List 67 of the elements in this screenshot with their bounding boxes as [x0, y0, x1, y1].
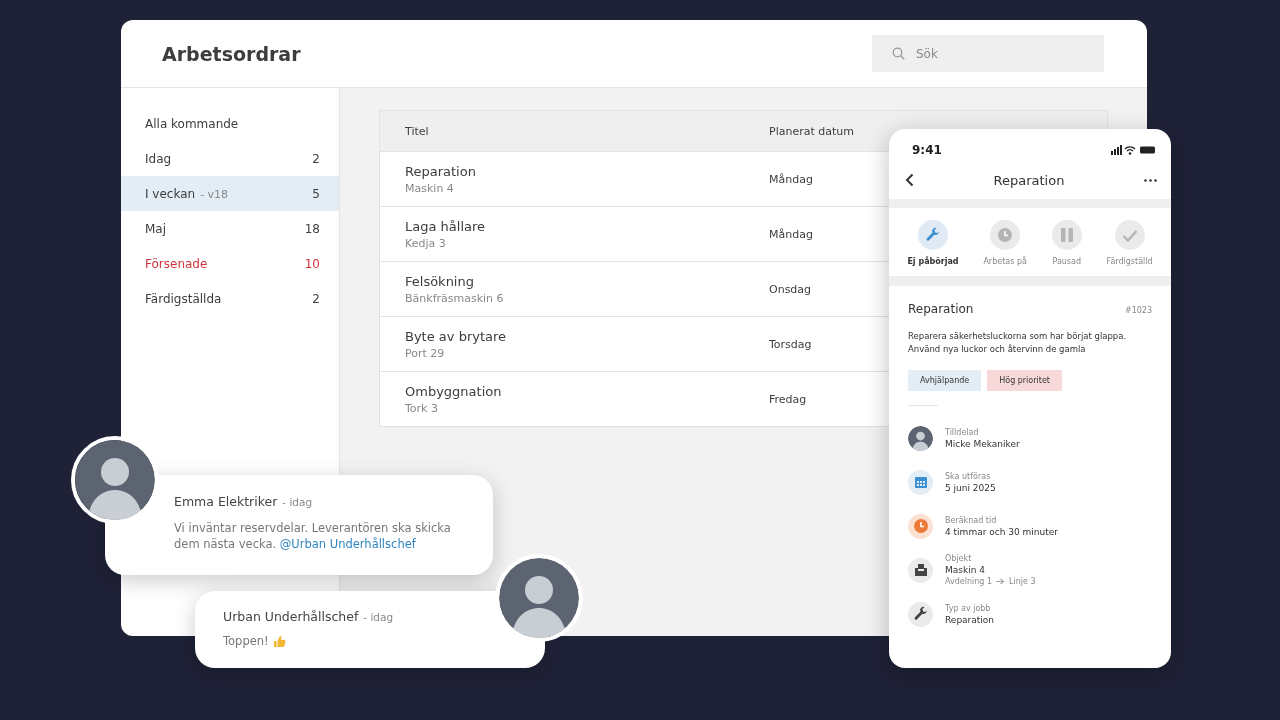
sidebar-item[interactable]: Idag 2 — [121, 141, 339, 176]
planned-date: Fredag — [769, 392, 807, 406]
path-part: Linje 3 — [1009, 577, 1036, 586]
column-header: Planerat datum — [769, 124, 855, 138]
detail-label: Beräknad tid — [945, 515, 998, 525]
search-field[interactable]: Sök — [872, 35, 1104, 72]
order-heading: Reparation — [908, 302, 974, 316]
comment-author: Emma Elektriker — [174, 494, 278, 509]
detail-label: Ska utföras — [945, 471, 992, 481]
arrow-icon — [996, 578, 1006, 585]
comment-time: - idag — [363, 611, 394, 623]
sidebar-item[interactable]: Färdigställda 2 — [121, 281, 339, 316]
back-icon[interactable] — [905, 173, 914, 187]
order-object: Tork 3 — [405, 401, 439, 415]
box-icon — [913, 563, 928, 577]
detail-value: Reparation — [945, 614, 995, 625]
order-number: #1023 — [1124, 306, 1152, 315]
screen-title: Reparation — [993, 172, 1065, 188]
status-option[interactable]: Arbetas på — [983, 220, 1027, 266]
order-object: Maskin 4 — [405, 181, 455, 195]
planned-date: Torsdag — [769, 337, 812, 351]
detail-label: Typ av jobb — [945, 603, 992, 613]
sidebar-item[interactable]: Maj 18 — [121, 211, 339, 246]
avatar-icon — [908, 425, 933, 451]
detail-value: 4 timmar och 30 minuter — [945, 526, 1058, 537]
detail-label: Tilldelad — [945, 427, 980, 437]
detail-value: Maskin 4 — [945, 565, 986, 575]
detail-label: Objekt — [945, 554, 973, 563]
sidebar-item[interactable]: I veckan - v18 5 — [121, 176, 339, 211]
order-object: Port 29 — [405, 346, 446, 360]
sidebar-item[interactable]: Alla kommande — [121, 106, 339, 141]
tag: Hög prioritet — [987, 370, 1062, 391]
planned-date: Onsdag — [769, 282, 812, 296]
pause-icon — [1059, 227, 1074, 243]
status-time: 9:41 — [912, 143, 942, 157]
comment-time: - idag — [282, 496, 313, 508]
path-part: Avdelning 1 — [945, 577, 993, 586]
planned-date: Måndag — [769, 172, 813, 186]
comment-text: Toppen! — [223, 634, 269, 648]
column-header: Titel — [405, 124, 430, 138]
status-icons — [1111, 145, 1157, 155]
detail-value: Micke Mekaniker — [945, 438, 1020, 449]
more-icon[interactable] — [1144, 178, 1157, 182]
order-object: Bänkfräsmaskin 6 — [405, 291, 505, 305]
status-option[interactable]: Ej påbörjad — [907, 220, 959, 266]
planned-date: Måndag — [769, 227, 813, 241]
status-option[interactable]: Färdigställd — [1106, 220, 1153, 266]
order-title: Byte av brytare — [405, 328, 508, 344]
order-description: Reparera säkerhetsluckorna som har börjat glappa. Använd nya luckor och återvinn de gamla — [908, 330, 1128, 356]
comment-author: Urban Underhållschef — [223, 609, 359, 624]
wrench-icon — [925, 227, 941, 243]
detail-value: 5 juni 2025 — [945, 482, 996, 493]
order-title: Reparation — [405, 163, 477, 179]
check-icon — [1121, 228, 1138, 242]
comment-text: Vi inväntar reservdelar. Leverantören ska skicka dem nästa vecka. @Urban Underhållschef — [174, 520, 452, 552]
order-title: Ombyggnation — [405, 383, 503, 399]
order-object: Kedja 3 — [405, 236, 447, 250]
wrench-icon — [912, 606, 929, 622]
order-title: Laga hållare — [405, 218, 486, 234]
order-title: Felsökning — [405, 273, 475, 289]
calendar-icon — [913, 475, 928, 489]
page-title: Arbetsordrar — [162, 42, 301, 65]
sidebar-item[interactable]: Försenade 10 — [121, 246, 339, 281]
clock-icon — [912, 518, 929, 534]
tag: Avhjälpande — [908, 370, 982, 391]
clock-icon — [997, 227, 1014, 243]
mention-link[interactable]: @Urban Underhållschef — [279, 537, 416, 551]
